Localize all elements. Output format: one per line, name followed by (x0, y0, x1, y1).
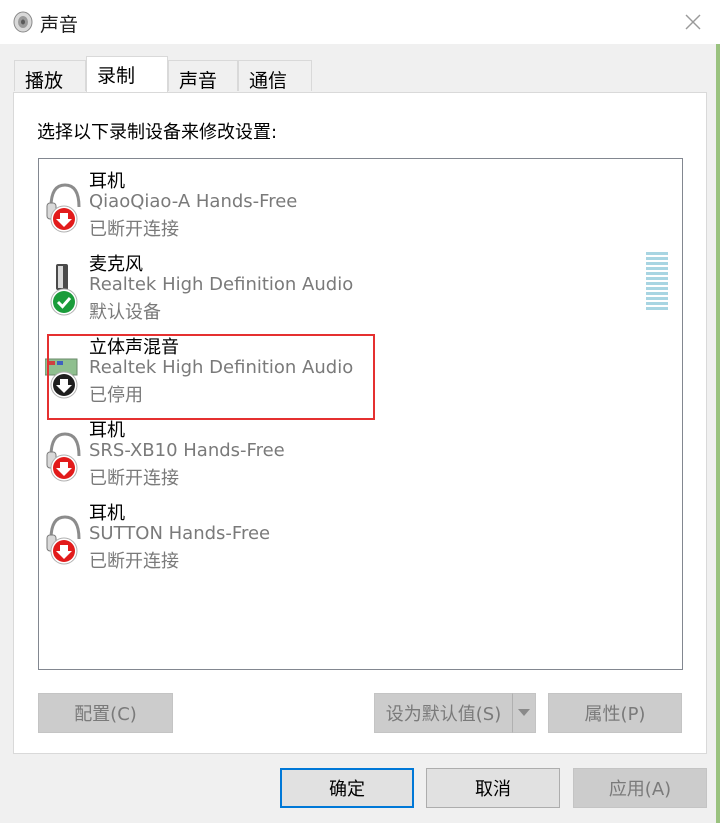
device-status: 已断开连接 (89, 551, 179, 572)
device-item[interactable]: 耳机 SUTTON Hands-Free 已断开连接 (45, 499, 645, 579)
cancel-button[interactable]: 取消 (426, 768, 560, 808)
device-name: 耳机 (89, 503, 125, 524)
set-default-button[interactable]: 设为默认值(S) (374, 693, 513, 733)
instruction-text: 选择以下录制设备来修改设置: (37, 122, 278, 143)
headset-disconnected-icon (46, 432, 81, 482)
tab-communications[interactable]: 通信 (238, 60, 312, 92)
device-description: SRS-XB10 Hands-Free (89, 440, 285, 461)
sound-dialog: 声音 播放 录制 声音 通信 选择以下录制设备来修改设置: 耳机 QiaoQia… (0, 0, 720, 823)
device-name: 立体声混音 (89, 337, 179, 358)
device-status: 已断开连接 (89, 468, 179, 489)
device-description: Realtek High Definition Audio (89, 357, 354, 378)
window-title: 声音 (40, 14, 79, 36)
speaker-icon (13, 11, 33, 33)
background-edge (716, 44, 720, 823)
device-item[interactable]: 耳机 SRS-XB10 Hands-Free 已断开连接 (45, 416, 645, 496)
device-item[interactable]: 立体声混音 Realtek High Definition Audio 已停用 (45, 333, 645, 413)
device-status: 已断开连接 (89, 219, 179, 240)
ok-button[interactable]: 确定 (280, 768, 414, 808)
device-description: SUTTON Hands-Free (89, 523, 271, 544)
properties-button[interactable]: 属性(P) (548, 693, 682, 733)
headset-disconnected-icon (46, 515, 81, 565)
device-name: 耳机 (89, 420, 125, 441)
microphone-default-icon (50, 264, 78, 316)
configure-button[interactable]: 配置(C) (38, 693, 173, 733)
device-item[interactable]: 麦克风 Realtek High Definition Audio 默认设备 (45, 250, 645, 330)
device-list[interactable]: 耳机 QiaoQiao-A Hands-Free 已断开连接 麦克风 Realt… (38, 158, 683, 670)
device-item[interactable]: 耳机 QiaoQiao-A Hands-Free 已断开连接 (45, 167, 645, 247)
tab-sounds[interactable]: 声音 (168, 60, 238, 92)
set-default-dropdown[interactable] (512, 693, 536, 733)
device-name: 麦克风 (89, 254, 143, 275)
stereo-mix-disabled-icon (45, 358, 78, 399)
level-meter (646, 252, 668, 312)
headset-disconnected-icon (46, 183, 81, 233)
device-status: 已停用 (89, 385, 143, 406)
apply-button[interactable]: 应用(A) (573, 768, 707, 808)
chevron-down-icon (518, 709, 530, 716)
device-status: 默认设备 (89, 302, 161, 323)
close-icon (685, 14, 701, 30)
device-name: 耳机 (89, 171, 125, 192)
close-button[interactable] (666, 0, 720, 44)
device-description: Realtek High Definition Audio (89, 274, 354, 295)
title-bar: 声音 (0, 0, 720, 44)
device-description: QiaoQiao-A Hands-Free (89, 191, 298, 212)
tab-playback[interactable]: 播放 (14, 60, 86, 92)
tab-recording[interactable]: 录制 (86, 56, 168, 92)
